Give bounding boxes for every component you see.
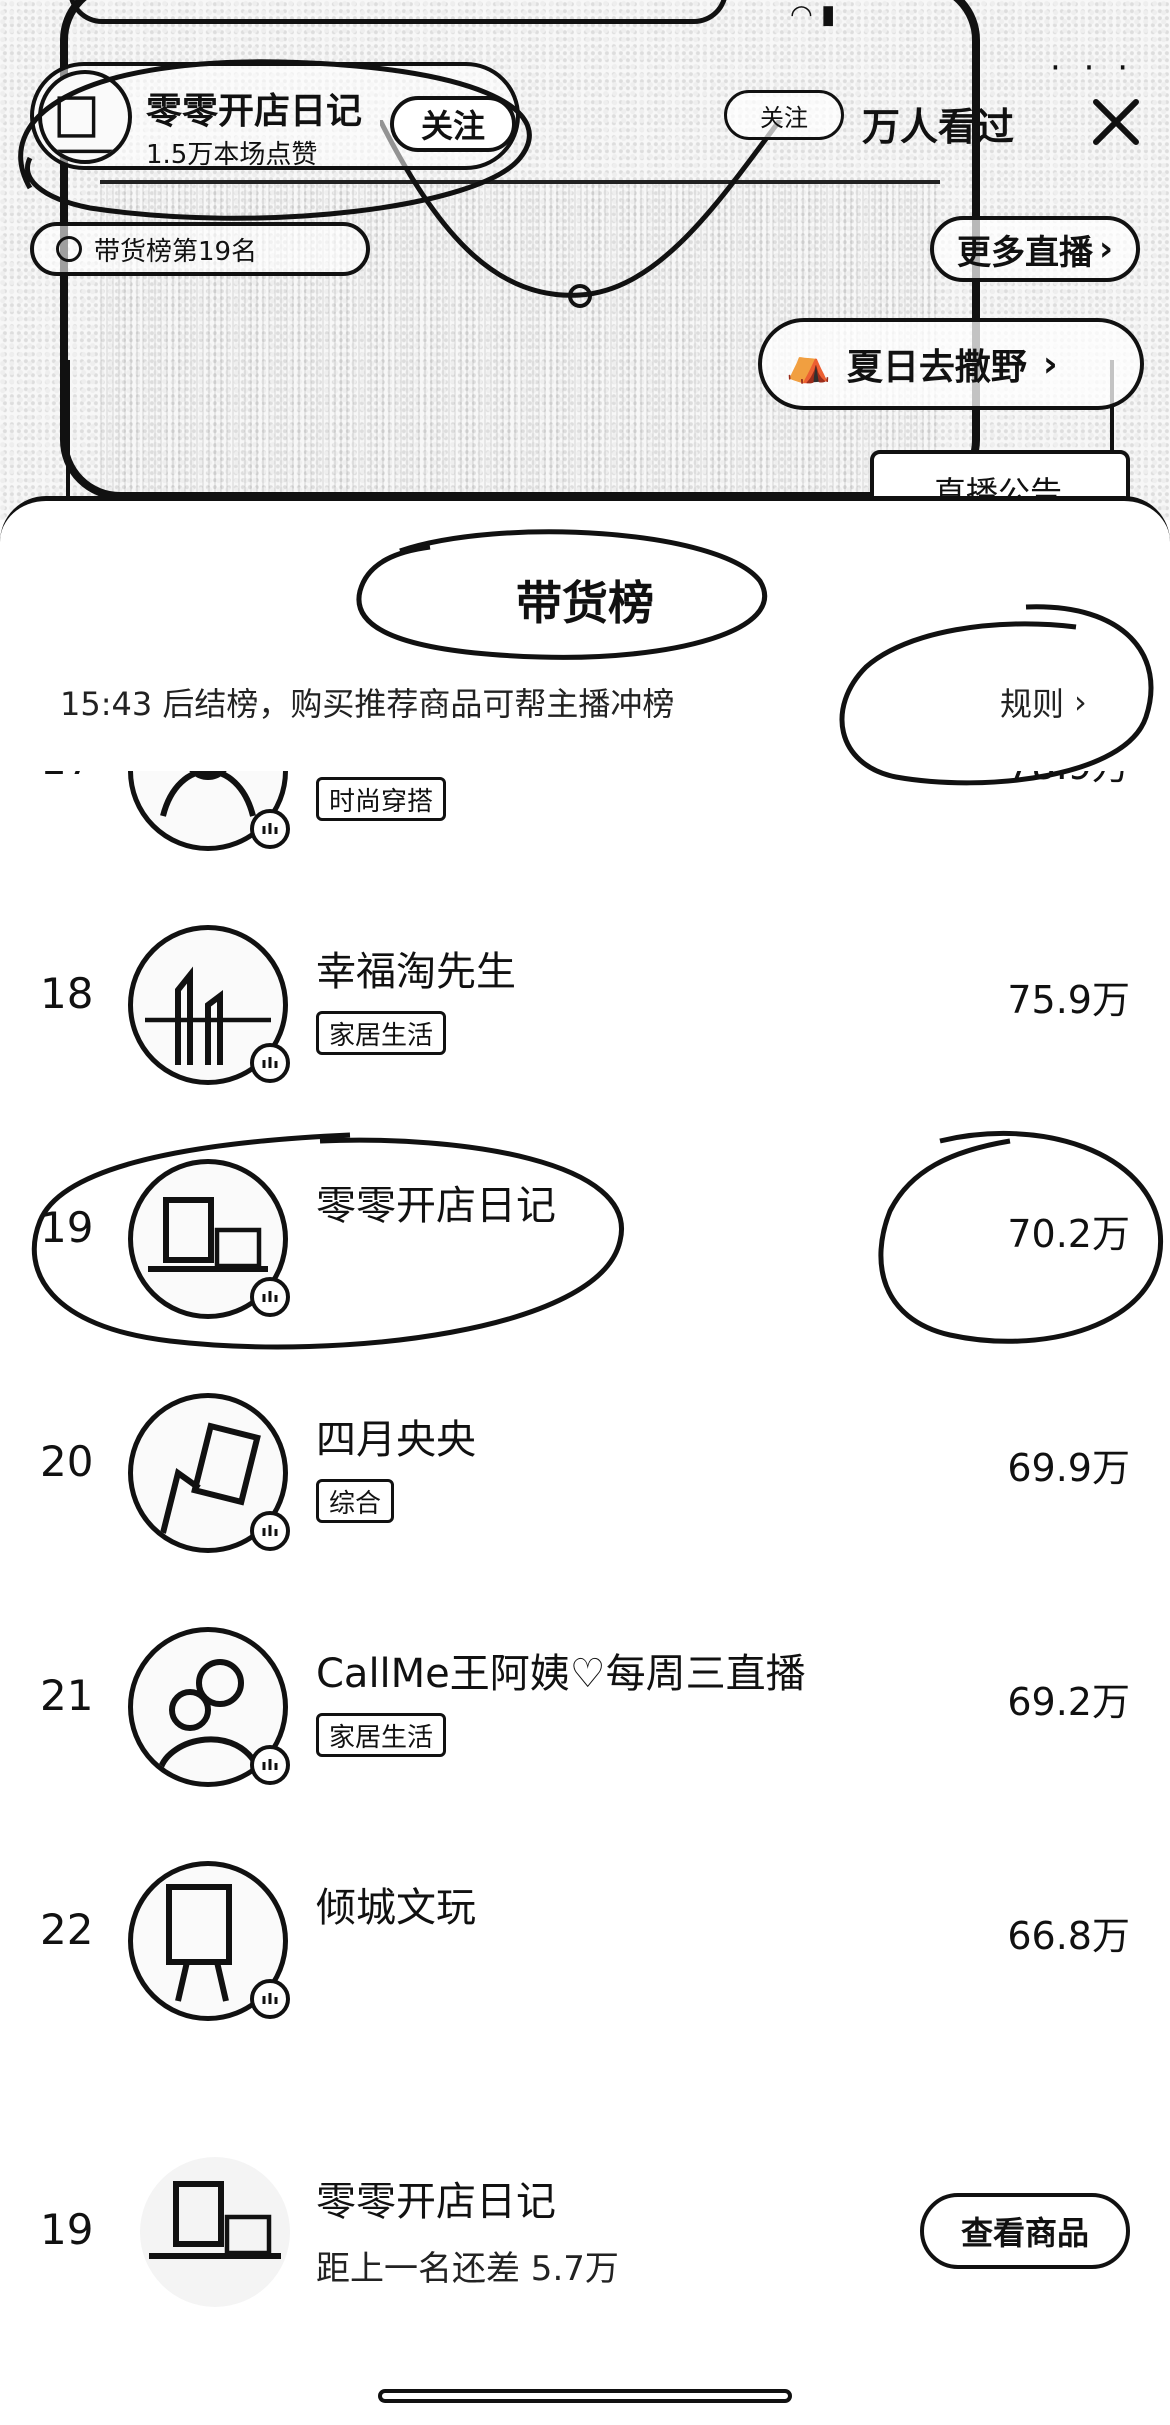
live-badge-icon — [250, 1979, 290, 2019]
view-goods-button[interactable]: 查看商品 — [920, 2193, 1130, 2269]
rules-link[interactable]: 规则 › — [1000, 679, 1087, 725]
more-live-button[interactable]: 更多直播 › — [930, 216, 1140, 282]
sales-ranking-sheet: 带货榜 15:43 后结榜，购买推荐商品可帮主播冲榜 规则 › 17 时尚穿搭 … — [0, 496, 1170, 2425]
ranking-row[interactable]: 20 四月央央 综合 69.9万 — [0, 1353, 1170, 1587]
category-tag: 时尚穿搭 — [316, 777, 447, 821]
status-bar-icons: ◠ ▮ — [790, 0, 835, 30]
battery-icon: ▮ — [820, 0, 836, 30]
my-avatar[interactable] — [140, 2157, 290, 2307]
countdown-text: 15:43 后结榜，购买推荐商品可帮主播冲榜 — [60, 685, 675, 723]
ranking-list[interactable]: 17 时尚穿搭 78.9万 18 幸福淘先生 家居生活 75.9万 19 — [0, 771, 1170, 2101]
live-badge-icon — [250, 1745, 290, 1785]
ranking-row-current[interactable]: 19 零零开店日记 70.2万 — [0, 1119, 1170, 1353]
more-live-label: 更多直播 — [956, 232, 1093, 273]
rules-label: 规则 — [1000, 685, 1065, 723]
my-name: 零零开店日记 — [316, 2179, 556, 2225]
streamer-name: 零零开店日记 — [316, 1183, 556, 1229]
category-tag: 家居生活 — [316, 1713, 447, 1757]
sales-value: 78.9万 — [1007, 771, 1130, 790]
streamer-name: 幸福淘先生 — [316, 949, 516, 995]
host-likes: 1.5万本场点赞 — [146, 140, 318, 170]
chevron-right-icon: › — [1042, 343, 1058, 385]
gap-to-previous: 距上一名还差 5.7万 — [316, 2249, 619, 2289]
ranking-dot-icon — [56, 236, 82, 262]
live-badge-icon — [250, 1511, 290, 1551]
sales-value: 69.9万 — [1007, 1446, 1130, 1490]
rank-number: 17 — [40, 771, 110, 784]
rank-number: 18 — [40, 969, 94, 1018]
ranking-row[interactable]: 21 CallMe王阿姨♡每周三直播 家居生活 69.2万 — [0, 1587, 1170, 1821]
tent-icon: ⛺ — [786, 344, 831, 385]
sales-value: 75.9万 — [1007, 978, 1130, 1022]
ranking-row[interactable]: 18 幸福淘先生 家居生活 75.9万 — [0, 885, 1170, 1119]
ranking-banner-pill[interactable]: 带货榜第19名 — [30, 222, 370, 276]
home-indicator[interactable] — [378, 2389, 792, 2403]
sales-value: 70.2万 — [1007, 1212, 1130, 1256]
host-avatar[interactable] — [38, 70, 132, 164]
follow-button[interactable]: 关注 — [390, 96, 516, 152]
chevron-right-icon: › — [1098, 229, 1113, 269]
streamer-name: 四月央央 — [316, 1417, 476, 1463]
phone-notch-illustration — [68, 0, 728, 24]
summer-event-label: 夏日去撒野 — [846, 347, 1027, 388]
host-name: 零零开店日记 — [146, 91, 363, 132]
close-icon[interactable] — [1090, 96, 1142, 148]
follow-button-secondary[interactable]: 关注 — [724, 90, 844, 140]
live-badge-icon — [250, 809, 290, 849]
category-tag: 家居生活 — [316, 1011, 447, 1055]
my-rank-row[interactable]: 19 零零开店日记 距上一名还差 5.7万 查看商品 — [0, 2141, 1170, 2331]
more-dots-icon[interactable]: · · · — [1050, 48, 1134, 88]
summer-event-pill[interactable]: ⛺ 夏日去撒野 › — [758, 318, 1144, 410]
rank-number: 20 — [40, 1437, 94, 1486]
sales-value: 66.8万 — [1007, 1914, 1130, 1958]
wifi-icon: ◠ — [790, 0, 813, 30]
category-tag: 综合 — [316, 1479, 395, 1523]
rank-number: 22 — [40, 1905, 94, 1954]
live-badge-icon — [250, 1277, 290, 1317]
chevron-right-icon: › — [1074, 683, 1087, 721]
rank-number: 21 — [40, 1671, 94, 1720]
live-badge-icon — [250, 1043, 290, 1083]
my-rank-number: 19 — [40, 2205, 94, 2254]
sheet-title: 带货榜 — [516, 576, 654, 630]
sales-value: 69.2万 — [1007, 1680, 1130, 1724]
ranking-row[interactable]: 22 倾城文玩 66.8万 — [0, 1821, 1170, 2055]
rank-number: 19 — [40, 1203, 94, 1252]
streamer-name: CallMe王阿姨♡每周三直播 — [316, 1651, 806, 1697]
viewers-count: 万人看过 — [862, 105, 1015, 149]
ranking-row[interactable]: 17 时尚穿搭 78.9万 — [0, 771, 1170, 885]
ranking-banner-text: 带货榜第19名 — [94, 236, 258, 267]
streamer-name: 倾城文玩 — [316, 1885, 476, 1931]
